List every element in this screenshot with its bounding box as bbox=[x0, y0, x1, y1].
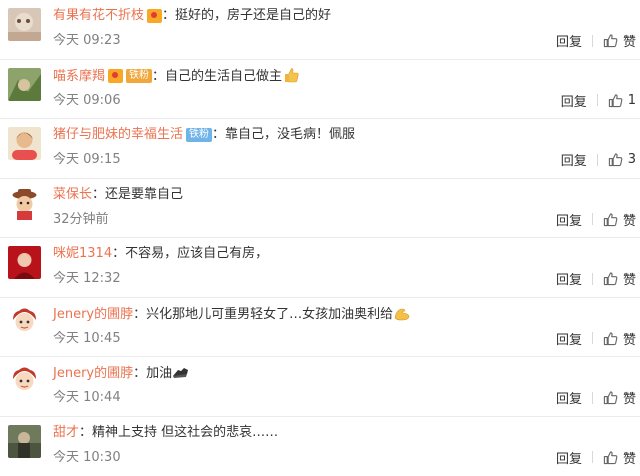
comment-time: 32分钟前 bbox=[53, 211, 109, 229]
like-label: 赞 bbox=[623, 31, 636, 50]
reply-button[interactable]: 回复 bbox=[556, 210, 582, 229]
like-button[interactable]: 赞 bbox=[603, 388, 636, 407]
like-button[interactable]: 赞 bbox=[603, 329, 636, 348]
reply-button[interactable]: 回复 bbox=[556, 388, 582, 407]
comment-item: 猪仔与肥妹的幸福生活铁粉：靠自己，没毛病！佩服 今天 09:15 回复 3 bbox=[0, 119, 640, 179]
like-count: 3 bbox=[628, 152, 636, 167]
divider bbox=[592, 273, 593, 285]
like-label: 赞 bbox=[623, 388, 636, 407]
muscle-arm-emoji-icon bbox=[172, 364, 190, 380]
reply-button[interactable]: 回复 bbox=[556, 31, 582, 50]
avatar[interactable] bbox=[8, 127, 41, 160]
like-button[interactable]: 3 bbox=[608, 152, 636, 167]
comment-item: 咪妮1314：不容易，应该自己有房， 今天 12:32 回复 赞 bbox=[0, 238, 640, 298]
avatar[interactable] bbox=[8, 306, 41, 339]
comment-time: 今天 10:45 bbox=[53, 330, 121, 348]
comment-list: 有果有花不折枝：挺好的，房子还是自己的好 今天 09:23 回复 赞 喵系摩羯铁… bbox=[0, 0, 640, 472]
thumbs-up-icon bbox=[603, 331, 618, 346]
avatar[interactable] bbox=[8, 365, 41, 398]
like-label: 赞 bbox=[623, 329, 636, 348]
like-button[interactable]: 赞 bbox=[603, 31, 636, 50]
comment-text: ：兴化那地儿可重男轻女了…女孩加油奥利给 bbox=[133, 307, 393, 322]
comment-text: ：不容易，应该自己有房， bbox=[112, 246, 268, 261]
comment-time: 今天 10:44 bbox=[53, 389, 121, 407]
thumbs-up-icon bbox=[603, 33, 618, 48]
divider bbox=[597, 94, 598, 106]
comment-item: 甜才：精神上支持 但这社会的悲哀…… 今天 10:30 回复 赞 bbox=[0, 417, 640, 476]
avatar[interactable] bbox=[8, 187, 41, 220]
thumbs-up-icon bbox=[608, 93, 623, 108]
comment-time: 今天 12:32 bbox=[53, 270, 121, 288]
divider bbox=[592, 213, 593, 225]
comment-time: 今天 10:30 bbox=[53, 449, 121, 467]
like-button[interactable]: 赞 bbox=[603, 448, 636, 467]
like-button[interactable]: 赞 bbox=[603, 210, 636, 229]
comment-text: ：靠自己，没毛病！佩服 bbox=[212, 127, 355, 142]
comment-time: 今天 09:06 bbox=[53, 92, 121, 110]
like-label: 赞 bbox=[623, 448, 636, 467]
divider bbox=[592, 35, 593, 47]
username-link[interactable]: 有果有花不折枝 bbox=[53, 8, 144, 23]
vip-crown-icon bbox=[108, 69, 123, 83]
reply-button[interactable]: 回复 bbox=[556, 329, 582, 348]
comment-text: ：还是要靠自己 bbox=[92, 187, 183, 202]
username-link[interactable]: 菜保长 bbox=[53, 187, 92, 202]
username-link[interactable]: 猪仔与肥妹的幸福生活 bbox=[53, 127, 183, 142]
avatar[interactable] bbox=[8, 425, 41, 458]
comment-item: Jenery的圃脖：加油 今天 10:44 回复 赞 bbox=[0, 357, 640, 417]
reply-button[interactable]: 回复 bbox=[556, 269, 582, 288]
fan-badge: 铁粉 bbox=[186, 128, 212, 142]
avatar[interactable] bbox=[8, 246, 41, 279]
divider bbox=[592, 392, 593, 404]
comment-item: 菜保长：还是要靠自己 32分钟前 回复 赞 bbox=[0, 179, 640, 239]
username-link[interactable]: Jenery的圃脖 bbox=[53, 366, 133, 381]
username-link[interactable]: 咪妮1314 bbox=[53, 246, 112, 261]
like-count: 1 bbox=[628, 93, 636, 108]
comment-text: ：挺好的，房子还是自己的好 bbox=[162, 8, 331, 23]
comment-item: Jenery的圃脖：兴化那地儿可重男轻女了…女孩加油奥利给 今天 10:45 回… bbox=[0, 298, 640, 358]
username-link[interactable]: 甜才 bbox=[53, 425, 79, 440]
comment-text: ：自己的生活自己做主 bbox=[152, 69, 282, 84]
comment-text: ：精神上支持 但这社会的悲哀…… bbox=[79, 425, 278, 440]
like-label: 赞 bbox=[623, 269, 636, 288]
thumbs-up-icon bbox=[603, 212, 618, 227]
divider bbox=[592, 451, 593, 463]
comment-text: ：加油 bbox=[133, 366, 172, 381]
like-button[interactable]: 赞 bbox=[603, 269, 636, 288]
vip-crown-icon bbox=[147, 9, 162, 23]
comment-time: 今天 09:15 bbox=[53, 151, 121, 169]
like-label: 赞 bbox=[623, 210, 636, 229]
divider bbox=[597, 154, 598, 166]
username-link[interactable]: 喵系摩羯 bbox=[53, 69, 105, 84]
comment-item: 喵系摩羯 铁粉：自己的生活自己做主 今天 09:06 回复 1 bbox=[0, 60, 640, 120]
reply-button[interactable]: 回复 bbox=[561, 150, 587, 169]
username-link[interactable]: Jenery的圃脖 bbox=[53, 307, 133, 322]
reply-button[interactable]: 回复 bbox=[561, 91, 587, 110]
thumbs-up-icon bbox=[603, 271, 618, 286]
avatar[interactable] bbox=[8, 68, 41, 101]
avatar[interactable] bbox=[8, 8, 41, 41]
thumbs-up-icon bbox=[608, 152, 623, 167]
divider bbox=[592, 332, 593, 344]
thumbs-up-emoji-icon bbox=[282, 67, 300, 83]
comment-item: 有果有花不折枝 ：挺好的，房子还是自己的好 今天 09:23 回复 赞 bbox=[0, 0, 640, 60]
thumbs-up-icon bbox=[603, 450, 618, 465]
thumbs-up-icon bbox=[603, 390, 618, 405]
fan-badge: 铁粉 bbox=[126, 69, 152, 83]
flexed-biceps-emoji-icon bbox=[393, 305, 411, 321]
reply-button[interactable]: 回复 bbox=[556, 448, 582, 467]
like-button[interactable]: 1 bbox=[608, 93, 636, 108]
comment-time: 今天 09:23 bbox=[53, 32, 121, 50]
